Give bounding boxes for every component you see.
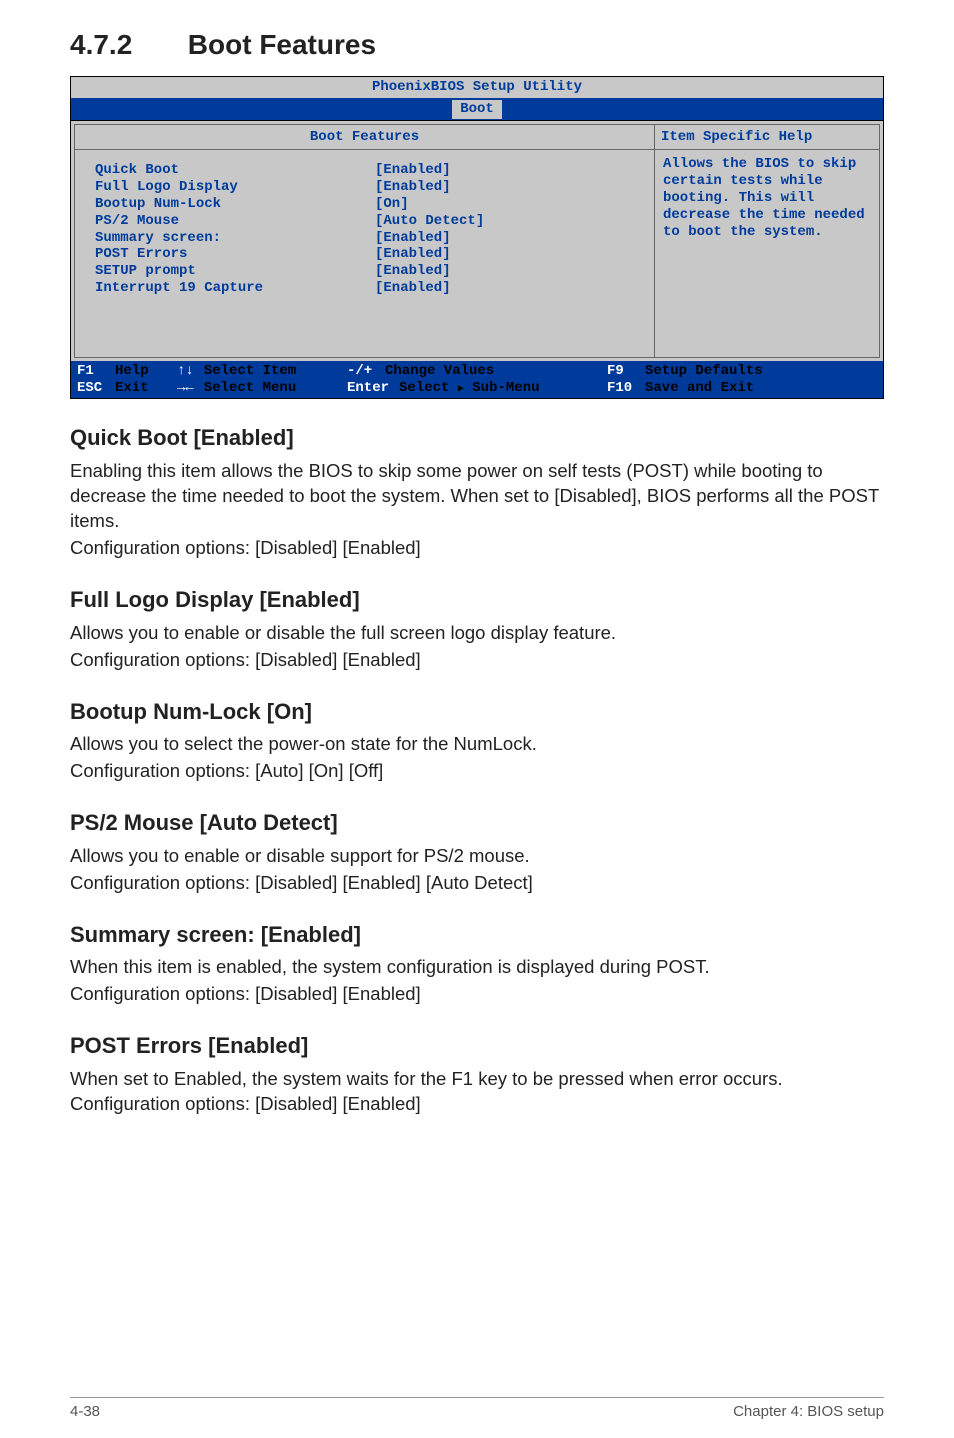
legend-desc: Help bbox=[115, 363, 149, 380]
bios-setting-label: Quick Boot bbox=[95, 162, 375, 179]
bios-tab-bar: Boot bbox=[71, 100, 883, 120]
legend-desc: Save and Exit bbox=[645, 380, 754, 397]
bios-setting-label: Full Logo Display bbox=[95, 179, 375, 196]
body-paragraph: Enabling this item allows the BIOS to sk… bbox=[70, 459, 884, 534]
bios-setting-value[interactable]: [Enabled] bbox=[375, 230, 451, 247]
bios-setting-value[interactable]: [On] bbox=[375, 196, 409, 213]
legend-desc: Select Menu bbox=[204, 380, 296, 397]
bios-setting-row[interactable]: Bootup Num-Lock [On] bbox=[95, 196, 634, 213]
body-paragraph: Configuration options: [Disabled] [Enabl… bbox=[70, 871, 884, 896]
section-number: 4.7.2 bbox=[70, 26, 180, 64]
bios-setting-label: Interrupt 19 Capture bbox=[95, 280, 375, 297]
bios-screenshot: PhoenixBIOS Setup Utility Boot Boot Feat… bbox=[70, 76, 884, 400]
page-number: 4-38 bbox=[70, 1402, 100, 1422]
bios-help-header: Item Specific Help bbox=[655, 125, 879, 151]
legend-desc: Select Item bbox=[204, 363, 296, 380]
legend-key: Enter bbox=[347, 380, 389, 397]
bios-settings-panel: Boot Features Quick Boot [Enabled] Full … bbox=[75, 125, 654, 357]
subsection-heading: Quick Boot [Enabled] bbox=[70, 423, 884, 453]
bios-setting-value[interactable]: [Enabled] bbox=[375, 246, 451, 263]
bios-active-tab[interactable]: Boot bbox=[452, 100, 502, 119]
bios-setting-label: Summary screen: bbox=[95, 230, 375, 247]
body-paragraph: Allows you to enable or disable support … bbox=[70, 844, 884, 869]
section-heading: 4.7.2 Boot Features bbox=[70, 26, 884, 64]
bios-setting-label: Bootup Num-Lock bbox=[95, 196, 375, 213]
bios-setting-label: POST Errors bbox=[95, 246, 375, 263]
bios-setting-row[interactable]: PS/2 Mouse [Auto Detect] bbox=[95, 213, 634, 230]
bios-setting-value[interactable]: [Enabled] bbox=[375, 179, 451, 196]
body-paragraph: When set to Enabled, the system waits fo… bbox=[70, 1067, 884, 1117]
page-footer: 4-38 Chapter 4: BIOS setup bbox=[70, 1397, 884, 1422]
chapter-label: Chapter 4: BIOS setup bbox=[733, 1402, 884, 1422]
triangle-right-icon: ▶ bbox=[458, 384, 464, 395]
legend-desc: Exit bbox=[115, 380, 149, 397]
arrow-up-down-icon: ↑↓ bbox=[177, 363, 194, 380]
subsection-heading: PS/2 Mouse [Auto Detect] bbox=[70, 808, 884, 838]
legend-key: ESC bbox=[77, 380, 105, 397]
legend-desc: Select ▶ Sub-Menu bbox=[399, 380, 539, 397]
body-paragraph: Configuration options: [Disabled] [Enabl… bbox=[70, 536, 884, 561]
subsection-heading: Bootup Num-Lock [On] bbox=[70, 697, 884, 727]
section-title: Boot Features bbox=[188, 29, 376, 60]
legend-key: F9 bbox=[607, 363, 635, 380]
bios-title: PhoenixBIOS Setup Utility bbox=[71, 77, 883, 100]
bios-setting-row[interactable]: SETUP prompt [Enabled] bbox=[95, 263, 634, 280]
arrow-left-right-icon: →← bbox=[177, 380, 194, 397]
bios-setting-row[interactable]: Summary screen: [Enabled] bbox=[95, 230, 634, 247]
body-paragraph: Configuration options: [Disabled] [Enabl… bbox=[70, 648, 884, 673]
bios-panel-header: Boot Features bbox=[75, 125, 654, 151]
bios-setting-value[interactable]: [Enabled] bbox=[375, 162, 451, 179]
bios-setting-row[interactable]: Interrupt 19 Capture [Enabled] bbox=[95, 280, 634, 297]
bios-setting-label: SETUP prompt bbox=[95, 263, 375, 280]
bios-setting-value[interactable]: [Enabled] bbox=[375, 280, 451, 297]
legend-key: -/+ bbox=[347, 363, 375, 380]
bios-key-legend: F1 Help ↑↓ Select Item -/+ Change Values F9… bbox=[71, 361, 883, 399]
bios-setting-row[interactable]: Quick Boot [Enabled] bbox=[95, 162, 634, 179]
bios-help-panel: Item Specific Help Allows the BIOS to sk… bbox=[654, 125, 879, 357]
subsection-heading: Summary screen: [Enabled] bbox=[70, 920, 884, 950]
body-paragraph: Allows you to enable or disable the full… bbox=[70, 621, 884, 646]
subsection-heading: POST Errors [Enabled] bbox=[70, 1031, 884, 1061]
bios-setting-label: PS/2 Mouse bbox=[95, 213, 375, 230]
legend-desc: Change Values bbox=[385, 363, 494, 380]
legend-key: F10 bbox=[607, 380, 635, 397]
bios-setting-value[interactable]: [Auto Detect] bbox=[375, 213, 484, 230]
bios-help-text: Allows the BIOS to skip certain tests wh… bbox=[655, 150, 879, 246]
body-paragraph: Configuration options: [Auto] [On] [Off] bbox=[70, 759, 884, 784]
body-paragraph: Allows you to select the power-on state … bbox=[70, 732, 884, 757]
legend-desc: Setup Defaults bbox=[645, 363, 763, 380]
subsection-heading: Full Logo Display [Enabled] bbox=[70, 585, 884, 615]
bios-setting-row[interactable]: Full Logo Display [Enabled] bbox=[95, 179, 634, 196]
bios-setting-row[interactable]: POST Errors [Enabled] bbox=[95, 246, 634, 263]
body-paragraph: Configuration options: [Disabled] [Enabl… bbox=[70, 982, 884, 1007]
bios-setting-value[interactable]: [Enabled] bbox=[375, 263, 451, 280]
body-paragraph: When this item is enabled, the system co… bbox=[70, 955, 884, 980]
legend-key: F1 bbox=[77, 363, 105, 380]
